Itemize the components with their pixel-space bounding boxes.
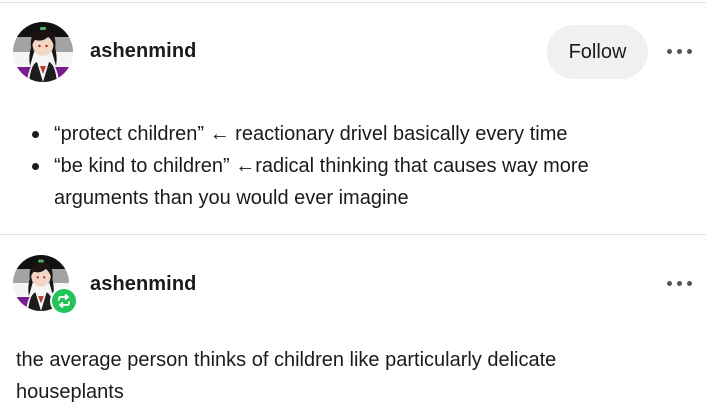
post1-username[interactable]: ashenmind [90,40,196,63]
post1-bullet-list: “protect children” ← reactionary drivel … [26,118,666,214]
more-options-icon[interactable] [667,273,692,293]
dot [667,48,672,54]
post1-avatar[interactable] [13,22,73,82]
dot [667,280,672,286]
dot [677,280,682,286]
post2-body-text: the average person thinks of children li… [16,349,557,403]
more-options-icon[interactable] [667,41,692,61]
top-divider [0,2,706,3]
follow-button[interactable]: Follow [547,25,648,79]
reblog-icon [50,287,78,315]
dot [677,48,682,54]
post2-username[interactable]: ashenmind [90,273,196,296]
post-divider [0,234,706,235]
reblog-arrows-icon [58,294,70,308]
list-item: “protect children” ← reactionary drivel … [26,118,666,150]
post-thread: ashenmind Follow “protect children” ← re… [0,0,706,419]
dot [687,48,692,54]
list-item: “be kind to children” ←radical thinking … [26,150,666,214]
avatar-image [13,22,73,82]
dot [687,280,692,286]
